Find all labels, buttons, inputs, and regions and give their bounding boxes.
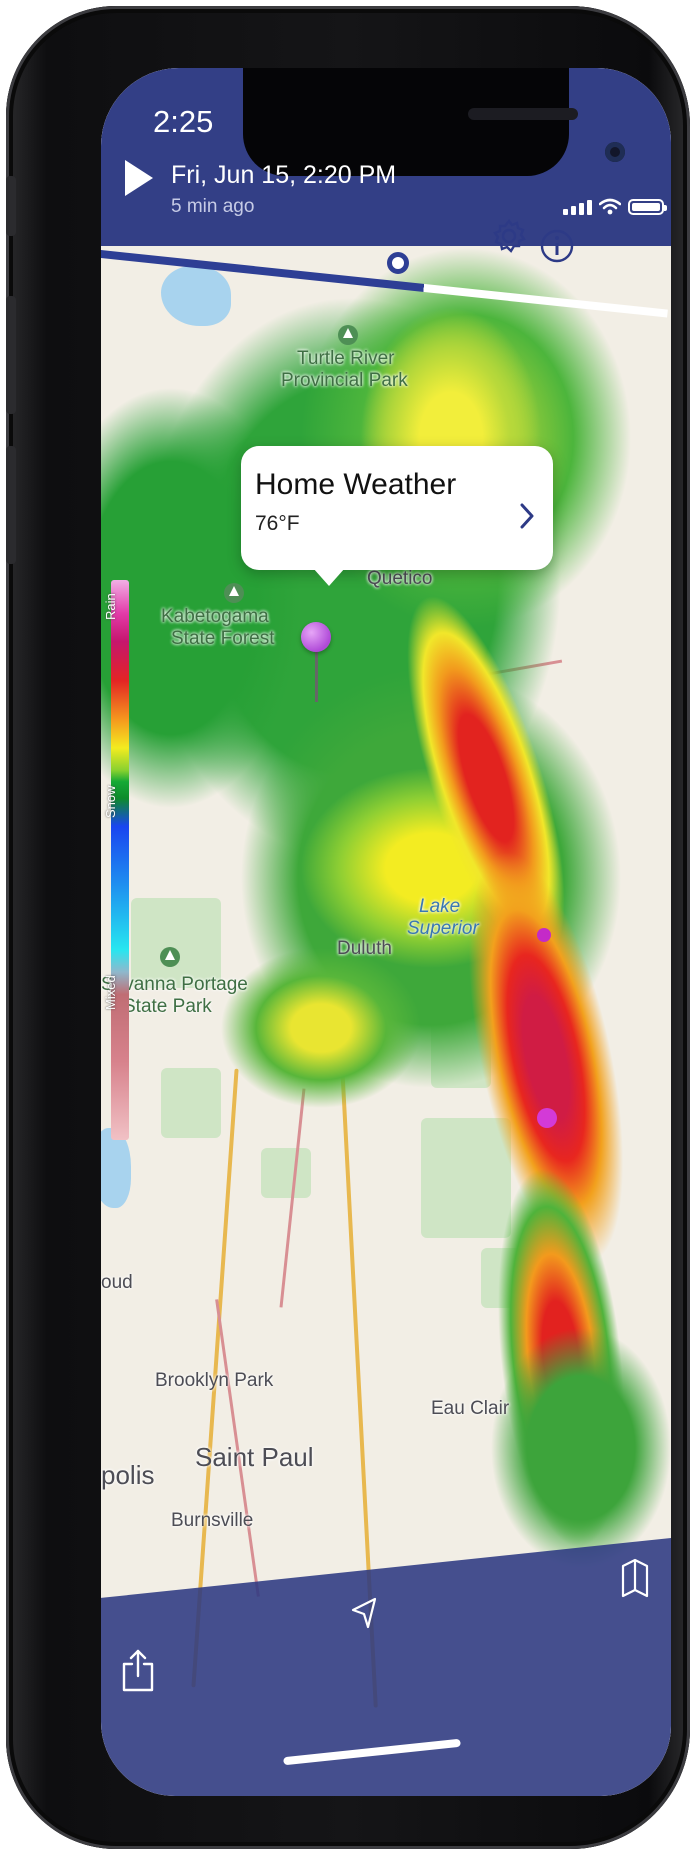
radar-hail-cell (537, 1108, 557, 1128)
share-icon[interactable] (121, 1648, 155, 1692)
volume-up-button (6, 296, 16, 414)
legend-label-rain: Rain (103, 593, 118, 620)
legend-label-mixed: Mixed (103, 975, 118, 1010)
precipitation-legend: Rain Snow Mixed (103, 580, 129, 1140)
map-label: Provincial Park (281, 370, 408, 391)
radar-rain-area (221, 948, 421, 1108)
map-label: Lake (419, 896, 461, 917)
map-label: State Park (123, 996, 212, 1017)
map-label: State Forest (171, 628, 275, 649)
info-icon[interactable] (539, 228, 575, 264)
radar-rain-area (491, 1328, 671, 1568)
lake (161, 266, 231, 326)
wifi-icon (599, 198, 621, 215)
battery-icon (628, 199, 667, 215)
volume-down-button (6, 446, 16, 564)
map-icon[interactable] (621, 1558, 649, 1598)
chevron-right-icon[interactable] (519, 502, 535, 530)
callout-temperature: 76°F (255, 512, 300, 535)
park-marker-icon (338, 325, 358, 345)
location-pin-stem (315, 650, 318, 702)
legend-label-snow: Snow (103, 785, 118, 818)
status-time: 2:25 (153, 104, 214, 139)
map-label: polis (101, 1460, 155, 1490)
screen: Turtle River Provincial Park Kabetogama … (101, 68, 671, 1796)
map-label: Eau Clair (431, 1398, 510, 1419)
map-label: Quetico (367, 568, 433, 589)
speaker-grille (468, 108, 578, 120)
map-label: Duluth (337, 938, 392, 959)
play-icon[interactable] (125, 160, 153, 196)
map-label: Brooklyn Park (155, 1370, 274, 1391)
radar-map[interactable]: Turtle River Provincial Park Kabetogama … (101, 68, 671, 1796)
park-marker-icon (224, 583, 244, 603)
road (279, 1088, 306, 1308)
map-label: Turtle River (297, 348, 395, 369)
map-label: Superior (407, 918, 479, 939)
signal-icon (563, 200, 592, 215)
map-label: Kabetogama (161, 606, 269, 627)
gear-icon[interactable] (491, 218, 527, 254)
location-callout[interactable]: Home Weather 76°F (241, 446, 553, 586)
park-area (261, 1148, 311, 1198)
radar-hail-cell (537, 928, 551, 942)
park-marker-icon (160, 947, 180, 967)
location-pin-icon[interactable] (301, 622, 331, 652)
park-area (161, 1068, 221, 1138)
callout-title: Home Weather (255, 468, 457, 501)
lake (101, 1128, 131, 1208)
device-notch (243, 68, 625, 176)
silent-switch (6, 176, 16, 236)
radar-age: 5 min ago (171, 196, 255, 217)
map-label: oud (101, 1272, 133, 1293)
phone-frame: Turtle River Provincial Park Kabetogama … (6, 6, 690, 1849)
app-header: 2:25 Fri, Jun 15, 2:20 PM 5 min ago (101, 68, 671, 246)
map-label: Saint Paul (195, 1442, 314, 1472)
timeline-scrubber[interactable] (387, 252, 409, 274)
status-icons (563, 198, 667, 215)
map-label: Burnsville (171, 1510, 254, 1531)
location-arrow-icon[interactable] (349, 1596, 379, 1630)
radar-timestamp: Fri, Jun 15, 2:20 PM (171, 161, 397, 189)
front-camera (605, 142, 625, 162)
